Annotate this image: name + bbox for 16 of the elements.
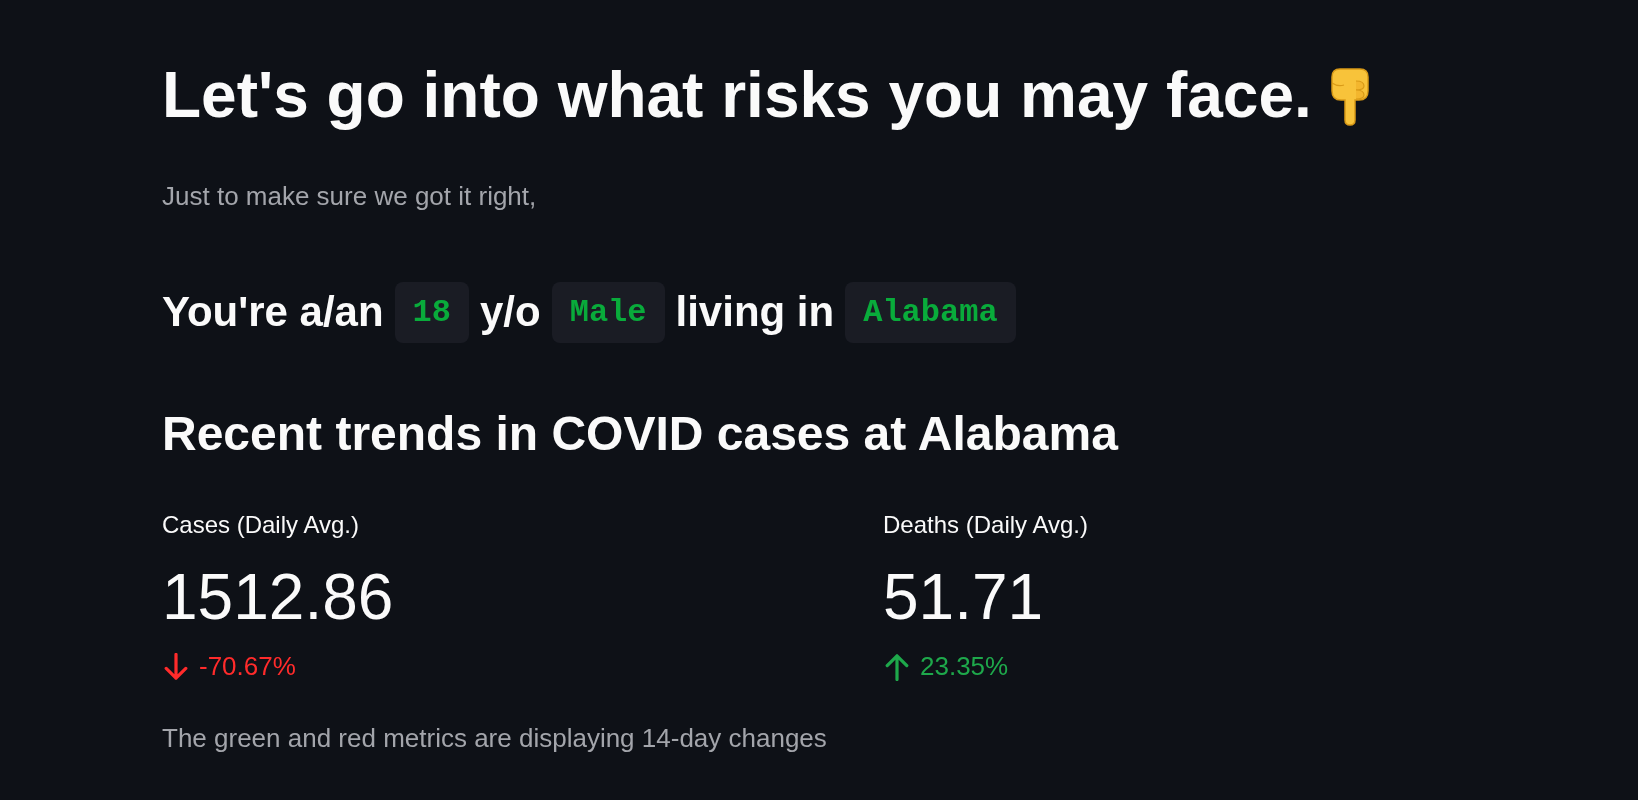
metric-value: 1512.86 [162, 560, 394, 636]
metric-delta: -70.67% [199, 650, 296, 684]
profile-text: y/o [480, 286, 541, 337]
metric-delta: 23.35% [920, 650, 1009, 684]
section-heading: Recent trends in COVID cases at Alabama [162, 405, 1118, 462]
metric-label: Cases (Daily Avg.) [162, 510, 359, 541]
profile-text: You're a/an [162, 286, 384, 337]
inline-code: Alabama [845, 281, 1016, 343]
profile-text: living in [675, 286, 835, 337]
metric-value: 51.71 [883, 560, 1044, 636]
inline-code: Male [551, 281, 665, 343]
page-title: Let's go into what risks you may face. [162, 58, 1312, 133]
footnote-text: The green and red metrics are displaying 14-day changes [162, 722, 827, 756]
metric-label: Deaths (Daily Avg.) [883, 510, 1088, 541]
intro-text: Just to make sure we got it right, [162, 179, 537, 213]
inline-code: 18 [394, 281, 469, 343]
